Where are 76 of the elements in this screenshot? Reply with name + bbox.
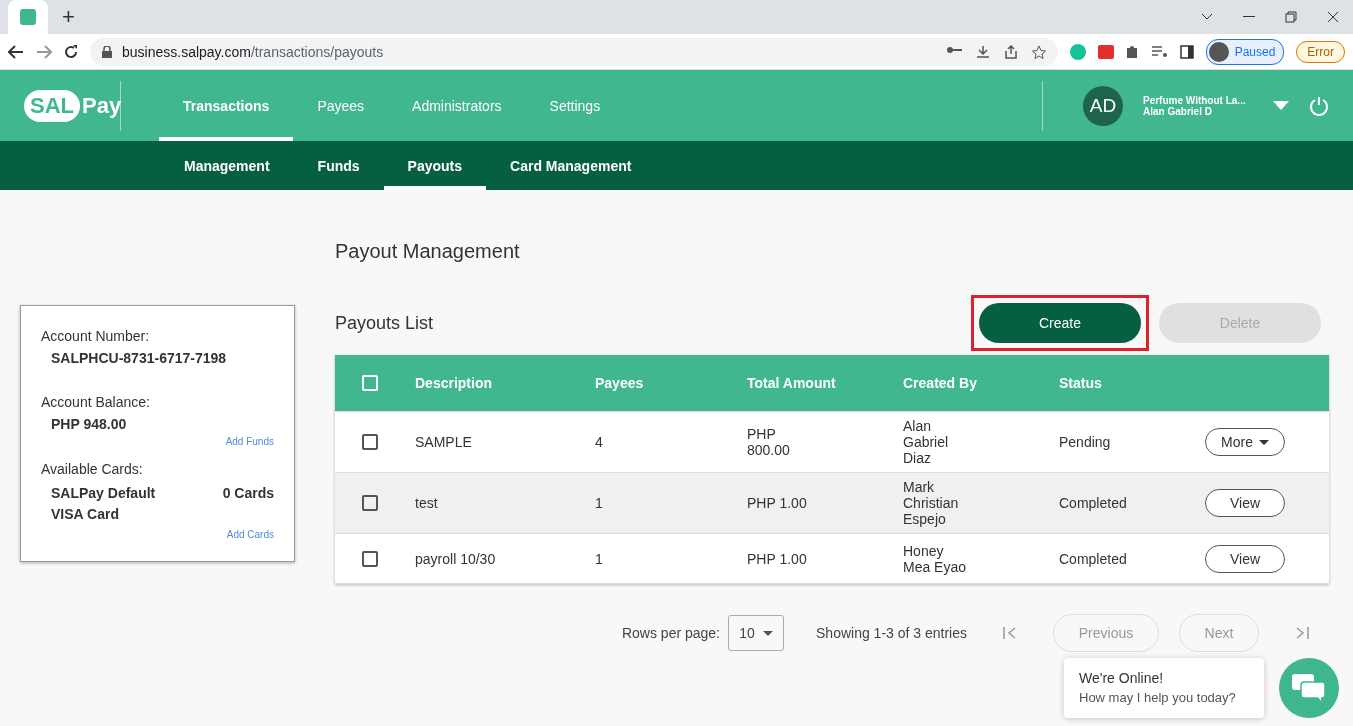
subnav-tab[interactable]: Funds xyxy=(293,141,384,190)
view-button[interactable]: View xyxy=(1205,544,1285,573)
profile-button[interactable]: Paused xyxy=(1205,38,1285,65)
column-header: Description xyxy=(415,375,493,391)
checkbox[interactable] xyxy=(362,495,378,511)
column-header: Status xyxy=(1059,375,1103,391)
list-title: Payouts List xyxy=(335,312,435,334)
table-cell-text: Pending xyxy=(1059,434,1112,450)
table-cell-text: 1 xyxy=(595,495,604,511)
account-balance: PHP 948.00 xyxy=(50,416,128,432)
card-name: SALPay Default VISA Card xyxy=(51,484,157,524)
download-icon[interactable] xyxy=(975,44,990,59)
last-page-icon[interactable] xyxy=(1295,627,1309,639)
table-cell-text: test xyxy=(415,495,439,511)
subnav-tab[interactable]: Card Management xyxy=(486,141,656,190)
company-name: Perfume Without La... xyxy=(1143,94,1247,106)
table-cell-text: Completed xyxy=(1059,495,1128,511)
table-cell-text: Mark Christian Espejo xyxy=(903,479,960,527)
chevron-icon[interactable] xyxy=(1201,13,1213,21)
field-label: Account Balance: xyxy=(41,394,151,410)
avatar: AD xyxy=(1083,85,1123,126)
table-cell-text: payroll 10/30 xyxy=(415,550,497,567)
user-name: Alan Gabriel D xyxy=(1143,105,1213,117)
error-button[interactable]: Error xyxy=(1296,40,1345,63)
table-cell-text: Alan Gabriel Diaz xyxy=(903,418,950,466)
favicon-icon xyxy=(20,9,36,25)
address-bar[interactable]: business.salpay.com/transactions/payouts xyxy=(90,37,1058,66)
column-header: Payees xyxy=(595,375,645,391)
subnav-tab[interactable]: Management xyxy=(160,141,294,190)
checkbox[interactable] xyxy=(362,434,378,450)
add-cards-link[interactable]: Add Cards xyxy=(41,529,274,540)
view-button[interactable]: View xyxy=(1205,489,1285,517)
table-cell-text: 4 xyxy=(595,434,604,450)
table-cell-text: SAMPLE xyxy=(415,434,473,450)
media-icon[interactable] xyxy=(1151,45,1168,58)
chat-subtitle: How may I help you today? xyxy=(1079,690,1237,705)
close-icon[interactable] xyxy=(1327,11,1339,23)
chat-title: We're Online! xyxy=(1079,670,1165,686)
card-count: 0 Cards xyxy=(222,484,274,503)
rows-per-page-label: Rows per page: xyxy=(621,625,720,641)
forward-icon[interactable] xyxy=(36,44,52,59)
reload-icon[interactable] xyxy=(64,44,78,59)
subnav-tab[interactable]: Payouts xyxy=(383,141,487,190)
add-funds-link[interactable]: Add Funds xyxy=(41,436,274,447)
caret-icon xyxy=(1258,439,1269,445)
table-cell-text: Completed xyxy=(1059,550,1128,567)
entries-summary: Showing 1-3 of 3 entries xyxy=(816,625,967,641)
chat-icon xyxy=(1292,674,1326,702)
back-icon[interactable] xyxy=(8,44,24,59)
field-label: Account Number: xyxy=(41,328,151,344)
first-page-icon[interactable] xyxy=(1003,627,1017,639)
restore-icon[interactable] xyxy=(1285,11,1297,23)
checkbox[interactable] xyxy=(362,550,378,567)
account-number: SALPHCU-8731-6717-7198 xyxy=(50,350,228,366)
nav-tab[interactable]: Settings xyxy=(525,70,625,141)
table-cell-text: 1 xyxy=(595,550,604,567)
table-cell-text: Honey Mea Eyao xyxy=(903,542,968,575)
more-button[interactable]: More xyxy=(1205,428,1285,456)
nav-tab[interactable]: Payees xyxy=(293,70,389,141)
minimize-icon[interactable] xyxy=(1243,16,1255,18)
rows-per-page-select[interactable]: 10 xyxy=(728,615,784,651)
table-cell-text: PHP 1.00 xyxy=(747,550,808,567)
column-header: Created By xyxy=(903,375,978,391)
nav-tab[interactable]: Administrators xyxy=(388,70,526,141)
lock-icon xyxy=(102,45,112,58)
caret-icon xyxy=(762,630,773,636)
column-header: Total Amount xyxy=(747,375,837,391)
sidebar-icon[interactable] xyxy=(1179,44,1194,59)
new-tab-button[interactable]: + xyxy=(56,4,81,30)
table-cell-text: PHP 800.00 xyxy=(747,426,791,458)
star-icon[interactable] xyxy=(1031,44,1046,59)
field-label: Available Cards: xyxy=(41,461,144,477)
action-button[interactable]: Create xyxy=(979,303,1141,343)
table-cell-text: PHP 1.00 xyxy=(747,495,808,511)
share-icon[interactable] xyxy=(1003,44,1018,59)
page-title: Payout Management xyxy=(335,240,521,263)
